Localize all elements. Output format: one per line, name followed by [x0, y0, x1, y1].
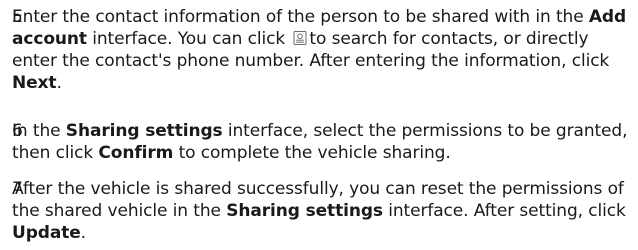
ui-term-next: Next — [12, 73, 57, 93]
step-6: 6 In the Sharing settings interface, sel… — [12, 120, 632, 164]
step-7: 7 After the vehicle is shared successful… — [12, 178, 632, 244]
step-text-segment: interface. You can click — [86, 29, 291, 49]
step-number: 7 — [12, 179, 23, 199]
step-text: Enter the contact information of the per… — [12, 6, 632, 94]
step-number: 5 — [12, 7, 23, 27]
step-text-segment: Enter the contact information of the per… — [12, 7, 589, 27]
step-text-segment: . — [80, 223, 86, 243]
contact-book-icon — [292, 30, 308, 46]
step-text: In the Sharing settings interface, selec… — [12, 120, 632, 164]
ui-term-update: Update — [12, 223, 81, 243]
ui-term-confirm: Confirm — [98, 143, 174, 163]
step-number: 6 — [12, 121, 23, 141]
ui-term-sharing-settings: Sharing settings — [65, 121, 223, 141]
step-text: After the vehicle is shared successfully… — [12, 178, 632, 244]
step-text-segment: interface. After setting, click — [382, 201, 626, 221]
step-text-segment: . — [56, 73, 62, 93]
ui-term-sharing-settings: Sharing settings — [226, 201, 383, 221]
step-text-segment: to complete the vehicle sharing. — [173, 143, 451, 163]
step-5: 5 Enter the contact information of the p… — [12, 6, 632, 94]
